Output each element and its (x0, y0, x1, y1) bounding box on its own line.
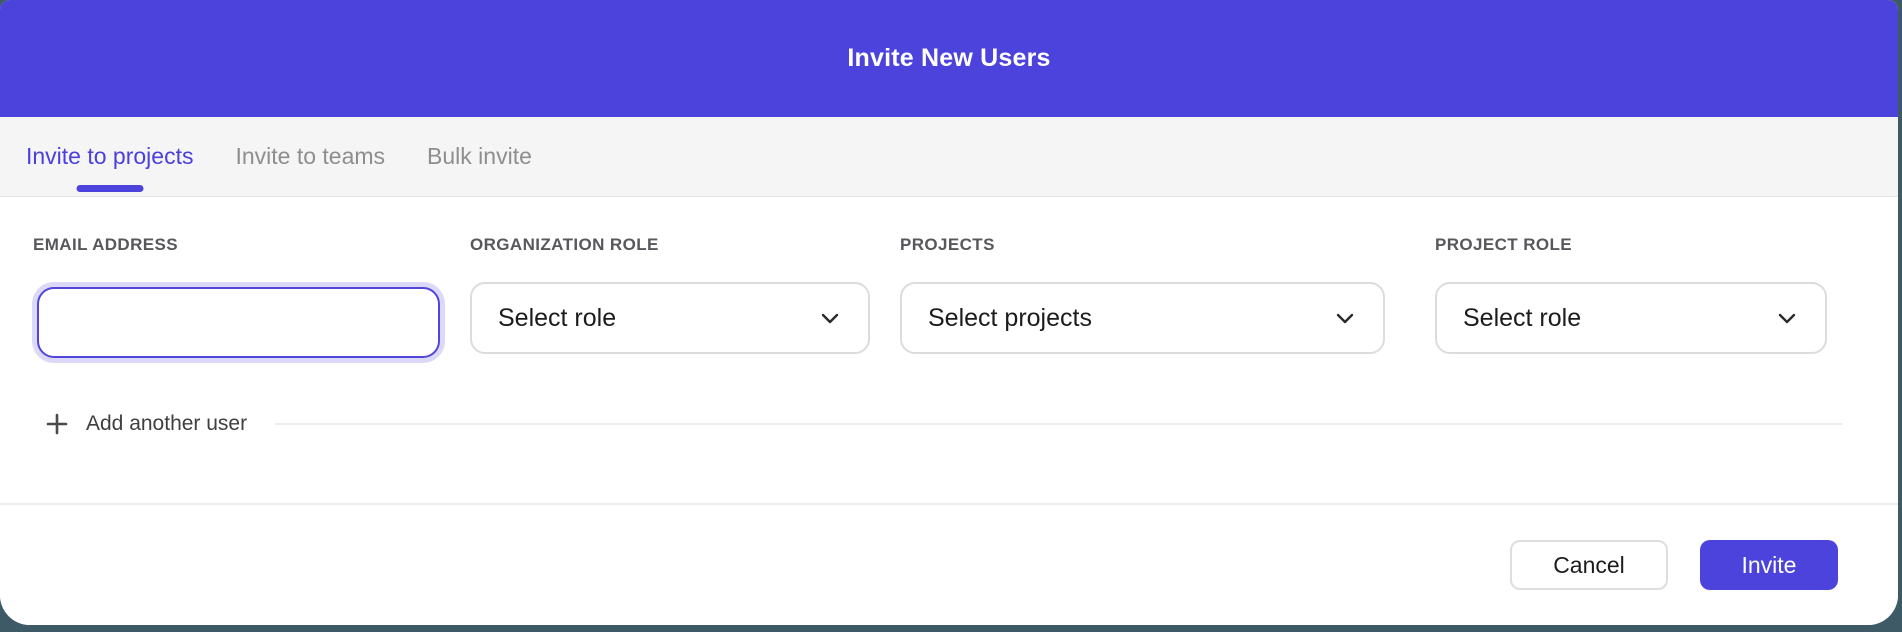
tab-invite-to-projects[interactable]: Invite to projects (26, 117, 214, 196)
chevron-down-icon (1333, 306, 1357, 330)
horizontal-divider (275, 423, 1842, 425)
tab-invite-to-projects-label: Invite to projects (26, 143, 193, 170)
cancel-button[interactable]: Cancel (1510, 540, 1668, 590)
organization-role-select[interactable]: Select role (470, 282, 870, 354)
project-role-selected-value: Select role (1463, 304, 1581, 333)
modal-header: Invite New Users (0, 0, 1898, 117)
project-role-label: PROJECT ROLE (1435, 235, 1827, 255)
active-tab-underline (77, 185, 144, 192)
email-address-label: EMAIL ADDRESS (33, 235, 445, 255)
projects-selected-value: Select projects (928, 304, 1092, 333)
email-address-field: EMAIL ADDRESS (33, 235, 445, 358)
organization-role-selected-value: Select role (498, 304, 616, 333)
project-role-select[interactable]: Select role (1435, 282, 1827, 354)
invite-new-users-modal: Invite New Users Invite to projects Invi… (0, 0, 1898, 625)
page-background: Invite New Users Invite to projects Invi… (0, 0, 1902, 632)
invite-form: EMAIL ADDRESS ORGANIZATION ROLE Select r… (0, 197, 1898, 503)
tab-bulk-invite-label: Bulk invite (427, 143, 532, 170)
projects-label: PROJECTS (900, 235, 1385, 255)
project-role-field: PROJECT ROLE Select role (1435, 235, 1827, 354)
organization-role-field: ORGANIZATION ROLE Select role (470, 235, 870, 354)
tab-bar: Invite to projects Invite to teams Bulk … (0, 117, 1898, 197)
tab-invite-to-teams-label: Invite to teams (235, 143, 385, 170)
tab-bulk-invite[interactable]: Bulk invite (406, 117, 553, 196)
add-another-user-button[interactable]: Add another user (45, 412, 247, 436)
organization-role-label: ORGANIZATION ROLE (470, 235, 870, 255)
chevron-down-icon (818, 306, 842, 330)
modal-footer: Cancel Invite (0, 503, 1898, 625)
invite-button[interactable]: Invite (1700, 540, 1838, 590)
projects-field: PROJECTS Select projects (900, 235, 1385, 354)
add-another-user-label: Add another user (86, 412, 247, 436)
plus-icon (45, 412, 69, 436)
add-another-user-row: Add another user (33, 412, 1858, 436)
invite-user-row: EMAIL ADDRESS ORGANIZATION ROLE Select r… (33, 235, 1858, 358)
projects-select[interactable]: Select projects (900, 282, 1385, 354)
chevron-down-icon (1775, 306, 1799, 330)
tab-invite-to-teams[interactable]: Invite to teams (214, 117, 406, 196)
modal-title: Invite New Users (847, 44, 1050, 73)
email-address-input[interactable] (37, 287, 440, 358)
